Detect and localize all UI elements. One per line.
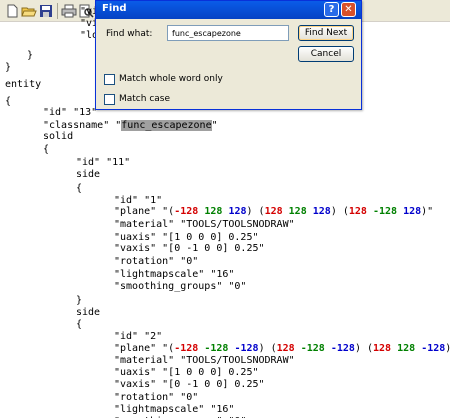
code-token: } [5,62,12,73]
code-token: ) ( [258,343,277,354]
code-token: )" [421,206,434,217]
close-button[interactable]: ✕ [341,2,356,17]
code-line: "vaxis" "[0 -1 0 0] 0.25" [114,378,265,391]
code-token: "id" "2" [114,331,163,342]
help-button[interactable]: ? [324,2,339,17]
code-token: solid [43,131,74,142]
code-token: side [76,307,101,318]
code-line: "plane" "(-128 128 128) (128 128 128) (1… [114,205,433,218]
code-line: entity [5,78,41,91]
dialog-title: Find [102,3,127,14]
search-highlight: func_escapezone [121,120,212,131]
code-token: "vaxis" "[0 -1 0 0] 0.25" [114,243,265,254]
code-token: -128 [372,206,398,217]
code-token: } [76,295,83,306]
code-token: -128 [330,343,355,354]
code-line: "vaxis" "[0 -1 0 0] 0.25" [114,242,265,255]
code-token: "material" "TOOLS/TOOLSNODRAW" [114,219,295,230]
code-line: } [5,61,11,74]
code-token: "uaxis" "[1 0 0 0] 0.25" [114,367,259,378]
code-line: "material" "TOOLS/TOOLSNODRAW" [114,218,295,231]
code-token: "id" "11" [76,157,131,168]
code-line: } [27,49,33,62]
code-line: "id" "13" [43,106,97,119]
code-line: { [43,143,49,156]
code-token: -128 [204,343,229,354]
code-token: entity [5,79,42,90]
code-token: -128 [300,343,325,354]
code-token: "rotation" "0" [114,392,199,403]
code-token: -128 [421,343,446,354]
code-token: "lightmapscale" "16" [114,404,235,415]
code-line: "rotation" "0" [114,255,198,268]
code-token: ) ( [246,206,265,217]
print-icon[interactable] [61,3,77,19]
save-icon[interactable] [38,3,54,19]
toolbar-separator [57,3,58,19]
code-token: { [43,144,50,155]
code-token: { [76,319,83,330]
code-token: "vaxis" "[0 -1 0 0] 0.25" [114,379,265,390]
code-token: 128 [204,206,223,217]
match-case-option[interactable]: Match case [104,93,170,105]
find-next-button[interactable]: Find Next [298,25,354,41]
code-token: 128 [312,206,331,217]
code-token: } [27,50,34,61]
code-token: -128 [174,206,199,217]
code-token: { [5,96,12,107]
new-icon[interactable] [4,3,20,19]
find-what-label: Find what: [106,29,153,39]
code-token: " [211,120,218,131]
match-whole-word-checkbox[interactable] [104,73,115,85]
code-token: 128 [348,206,367,217]
dialog-titlebar[interactable]: Find ? ✕ [96,1,361,19]
code-token: 128 [264,206,283,217]
code-line: { [76,182,82,195]
code-line: solid [43,130,73,143]
code-token: { [76,183,83,194]
code-token: 128 [228,206,247,217]
open-icon[interactable] [21,3,37,19]
code-token: 128 [397,343,416,354]
code-token: "plane" "( [114,343,175,354]
find-what-input[interactable] [167,25,289,41]
match-case-label: Match case [119,94,171,104]
code-token: "plane" "( [114,206,175,217]
code-token: ) ( [354,343,373,354]
code-token: 128 [288,206,307,217]
code-line: side [76,168,100,181]
code-token: 128 [403,206,422,217]
match-case-checkbox[interactable] [104,93,115,105]
code-token: "rotation" "0" [114,256,199,267]
code-token: "lightmapscale" "16" [114,269,235,280]
code-token: -128 [174,343,199,354]
find-dialog: Find ? ✕ Find what: Find Next Cancel Mat… [95,0,362,110]
code-token: "material" "TOOLS/TOOLSNODRAW" [114,355,295,366]
code-line: { [76,318,82,331]
code-token: 128 [276,343,295,354]
code-line: { [5,95,11,108]
code-token: )" [445,343,450,354]
code-token: "smoothing_groups" "0" [114,281,247,292]
cancel-button[interactable]: Cancel [298,46,354,62]
match-whole-word-option[interactable]: Match whole word only [104,73,223,85]
code-token: ) ( [330,206,349,217]
code-line: "smoothing_groups" "0" [114,280,246,293]
code-token: "id" "13" [43,107,98,118]
match-whole-word-label: Match whole word only [119,74,223,84]
code-token: side [76,169,101,180]
code-token: 128 [373,343,392,354]
code-token: -128 [234,343,259,354]
